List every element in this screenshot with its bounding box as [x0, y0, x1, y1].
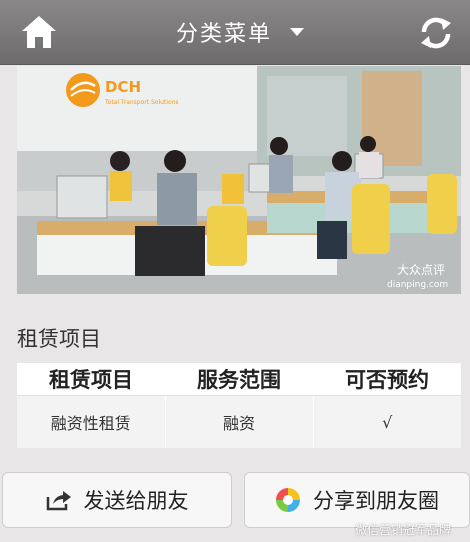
moments-icon — [275, 487, 301, 513]
lease-table: 租赁项目 服务范围 可否预约 融资性租赁 融资 √ — [17, 363, 461, 448]
category-menu-label: 分类菜单 — [175, 22, 272, 47]
office-photo: DCH Total Transport Solutions 大众点评 dianp… — [17, 66, 461, 294]
table-row: 融资性租赁 融资 √ — [17, 395, 461, 448]
send-to-friend-label: 发送给朋友 — [83, 489, 189, 513]
logo-subtitle: Total Transport Solutions — [104, 99, 179, 106]
dianping-url: dianping.com — [387, 280, 448, 290]
refresh-button[interactable] — [416, 14, 456, 52]
home-button[interactable] — [20, 14, 58, 50]
table-cell: 融资 — [164, 395, 313, 448]
share-to-moments-button[interactable]: 分享到朋友圈 — [244, 472, 470, 528]
share-to-moments-label: 分享到朋友圈 — [313, 489, 439, 513]
table-header-row: 租赁项目 服务范围 可否预约 — [17, 363, 461, 396]
caret-down-icon — [290, 28, 304, 36]
table-header-cell: 租赁项目 — [17, 363, 165, 396]
home-icon — [22, 16, 56, 48]
top-nav-bar: 分类菜单 — [0, 0, 470, 65]
footer-watermark: 微信营销冠军品牌 — [355, 523, 452, 537]
category-menu-dropdown[interactable]: 分类菜单 — [150, 0, 330, 64]
refresh-icon — [421, 17, 451, 49]
dianping-watermark: 大众点评 — [397, 263, 445, 277]
logo-text: DCH — [105, 78, 141, 96]
table-header-cell: 服务范围 — [165, 363, 313, 396]
send-to-friend-button[interactable]: 发送给朋友 — [2, 472, 232, 528]
section-title: 租赁项目 — [17, 327, 101, 351]
table-cell: 融资性租赁 — [17, 395, 165, 448]
table-header-cell: 可否预约 — [313, 363, 461, 396]
share-arrow-icon — [46, 489, 72, 511]
table-cell: √ — [312, 395, 461, 448]
